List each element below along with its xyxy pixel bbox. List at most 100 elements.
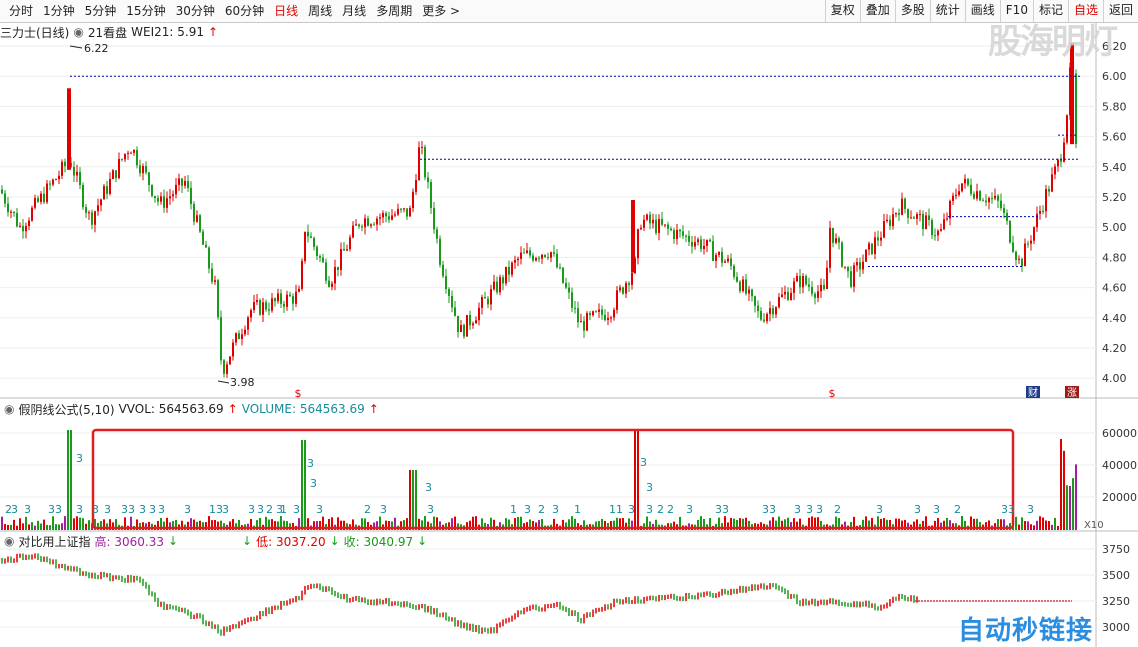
- candle-body: [40, 193, 42, 202]
- candle-body: [682, 231, 684, 236]
- collapse-icon[interactable]: ◉: [4, 402, 14, 416]
- candle-body: [880, 237, 882, 241]
- candle-body: [22, 226, 24, 232]
- candle-body: [793, 281, 795, 293]
- index-pane-title: ◉ 对比用上证指 高: 3060.33 ↓ ↓ 低: 3037.20 ↓ 收: …: [4, 532, 431, 550]
- candle-body: [1003, 208, 1005, 213]
- candle-body: [904, 198, 906, 209]
- candle-body: [352, 225, 354, 238]
- candle-body: [877, 237, 879, 241]
- indicator-name[interactable]: 21看盘: [88, 24, 127, 41]
- candle-body: [805, 276, 807, 285]
- badge-zhang: 涨: [1067, 387, 1077, 399]
- candle-body: [619, 287, 621, 291]
- candle-body: [553, 252, 555, 254]
- candle-body: [529, 250, 531, 256]
- candle-body: [307, 231, 309, 237]
- candle-body: [757, 305, 759, 312]
- candle-body: [259, 300, 261, 315]
- candle-body: [982, 200, 984, 202]
- volume-marker-23: 3: [427, 503, 434, 516]
- candle-body: [361, 226, 363, 228]
- candle-body: [508, 266, 510, 275]
- volume-bar: [1015, 516, 1017, 530]
- candle-body: [658, 219, 660, 233]
- volume-marker-39: 3: [816, 503, 823, 516]
- volume-bar: [1072, 478, 1074, 530]
- volume-value: VOLUME: 564563.69: [241, 402, 365, 416]
- volume-unit: X10: [1084, 520, 1104, 531]
- volume-pane-title: ◉ 假阴线公式(5,10) VVOL: 564563.69 ↑ VOLUME: …: [4, 400, 383, 418]
- volume-bar: [13, 519, 15, 530]
- candle-body: [331, 283, 333, 287]
- candle-body-large: [631, 200, 635, 273]
- volume-marker-34: 3: [686, 503, 693, 516]
- volume-bar: [1039, 516, 1041, 530]
- candle-body: [934, 235, 936, 237]
- candle-body: [436, 229, 438, 239]
- candle-body: [814, 293, 816, 298]
- candle-body: [565, 282, 567, 288]
- candle-body: [883, 221, 885, 238]
- candle-body: [685, 235, 687, 237]
- candle-body: [421, 147, 423, 149]
- candle-body: [502, 277, 504, 284]
- volume-bar: [46, 524, 48, 530]
- candle-body: [199, 215, 201, 232]
- candle-body: [1045, 189, 1047, 212]
- candle-body: [154, 196, 156, 199]
- candle-body: [796, 276, 798, 282]
- candle-body: [481, 297, 483, 308]
- volume-bar: [25, 516, 27, 530]
- volume-marker-36: 33: [762, 503, 776, 516]
- candle-body: [742, 279, 744, 292]
- candle-body: [475, 320, 477, 324]
- index-tick: 3250: [1102, 595, 1130, 608]
- candle-body: [532, 255, 534, 261]
- candle-body: [703, 245, 705, 249]
- candle-body: [589, 313, 591, 316]
- candle-body: [1000, 200, 1002, 209]
- candle-body: [322, 257, 324, 263]
- candle-body: [367, 218, 369, 226]
- candle-body: [766, 313, 768, 322]
- peak-marker-0: 3: [76, 452, 83, 465]
- collapse-icon[interactable]: ◉: [73, 25, 83, 39]
- volume-formula-name[interactable]: 假阴线公式(5,10): [18, 401, 114, 418]
- candle-body: [328, 280, 330, 287]
- candle-body: [493, 281, 495, 290]
- candle-body: [691, 241, 693, 247]
- volume-marker-13: 3: [222, 503, 229, 516]
- volume-bar: [412, 470, 414, 530]
- volume-marker-26: 2: [538, 503, 545, 516]
- candle-body: [241, 334, 243, 339]
- candle-body: [4, 193, 6, 204]
- candle-body: [406, 208, 408, 217]
- candle-body: [550, 252, 552, 258]
- candle-body: [784, 291, 786, 295]
- volume-bar: [1066, 485, 1068, 530]
- candle-body: [817, 291, 819, 298]
- price-tick: 4.40: [1102, 312, 1127, 325]
- candle-body: [832, 227, 834, 243]
- candle-body: [487, 298, 489, 305]
- candle-body: [952, 195, 954, 201]
- candle-body: [205, 244, 207, 248]
- volume-bar: [415, 470, 417, 530]
- volume-bar: [49, 525, 51, 530]
- volume-bar: [1045, 520, 1047, 530]
- candle-body: [604, 314, 606, 321]
- candle-body: [469, 315, 471, 326]
- volume-marker-16: 2: [266, 503, 273, 516]
- candle-body: [1012, 242, 1014, 252]
- candle-body: [892, 214, 894, 227]
- candle-body: [178, 178, 180, 185]
- candle-body: [826, 267, 828, 289]
- candle-body: [142, 165, 144, 174]
- candle-body: [976, 191, 978, 199]
- collapse-icon[interactable]: ◉: [4, 534, 14, 548]
- candle-body: [751, 289, 753, 297]
- candle-body: [1054, 166, 1056, 175]
- index-name[interactable]: 对比用上证指: [18, 533, 90, 550]
- candle-body: [856, 262, 858, 266]
